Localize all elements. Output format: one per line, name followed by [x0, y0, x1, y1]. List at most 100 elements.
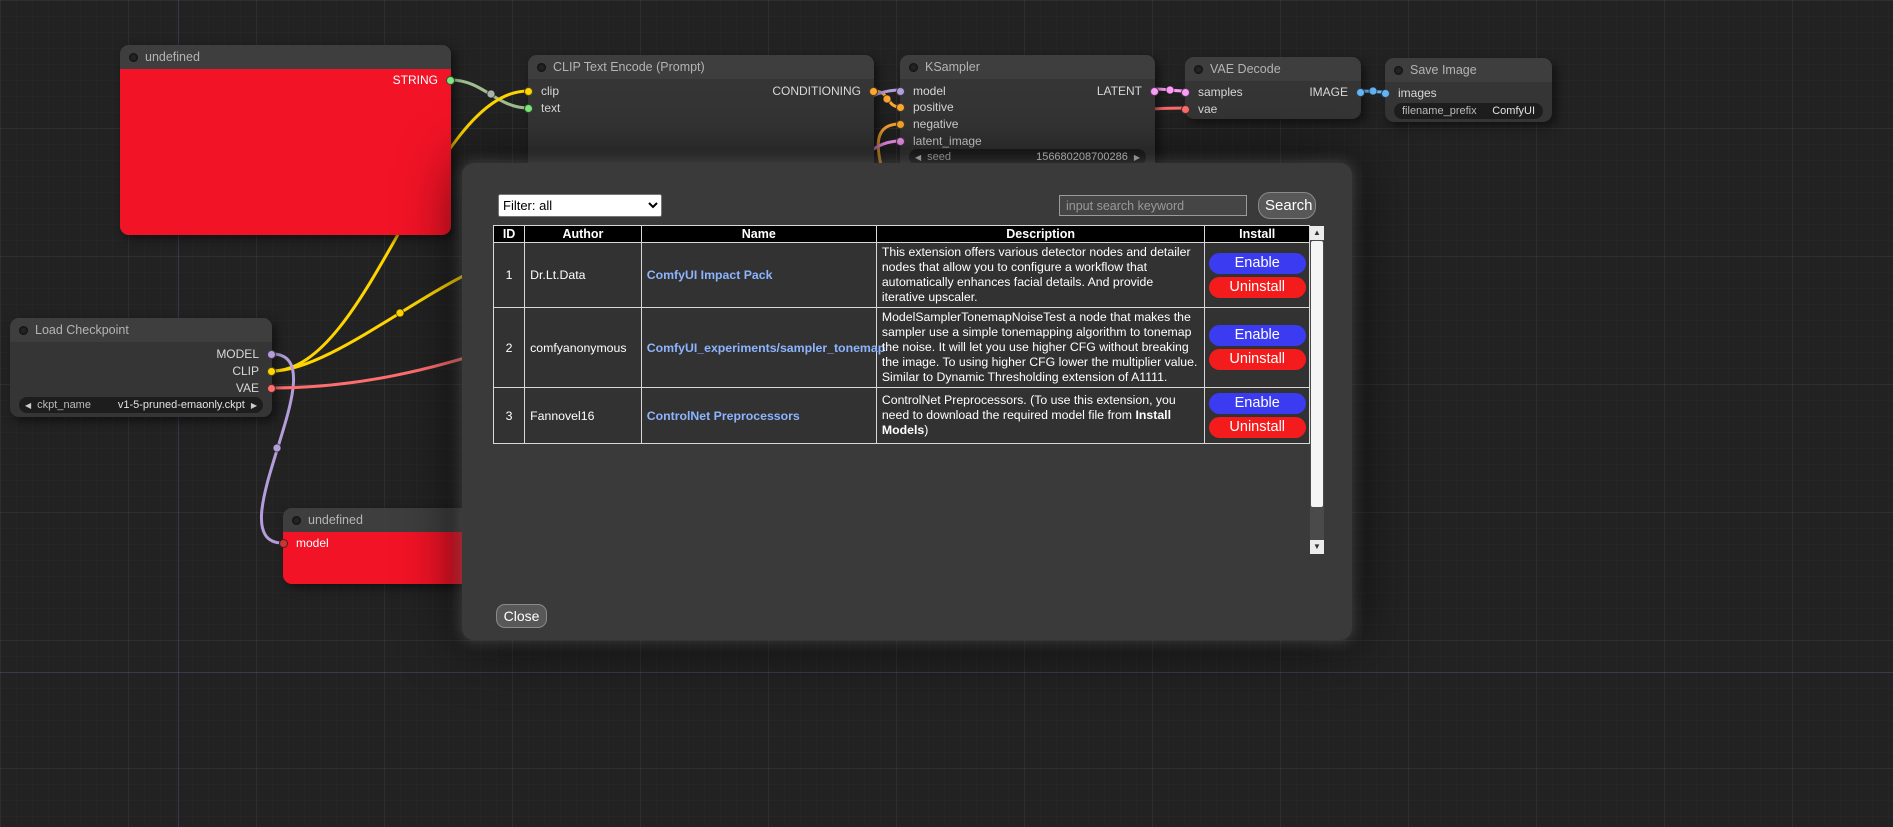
ckpt-name-widget[interactable]: ◀ ckpt_name v1-5-pruned-emaonly.ckpt ▶ [19, 397, 263, 413]
cell-author: comfyanonymous [525, 308, 642, 388]
input-label: vae [1198, 101, 1217, 118]
filter-select[interactable]: Filter: all [498, 194, 662, 217]
output-slot-string[interactable] [446, 76, 455, 85]
node-graph-canvas[interactable]: undefined STRING CLIP Text Encode (Promp… [0, 0, 1893, 827]
widget-value: 156680208700286 [1036, 151, 1128, 163]
table-row: 3 Fannovel16 ControlNet Preprocessors Co… [494, 388, 1310, 444]
widget-increment-icon[interactable]: ▶ [251, 401, 257, 410]
node-collapse-icon[interactable] [1194, 65, 1203, 74]
input-label: samples [1198, 84, 1243, 101]
table-row: 2 comfyanonymous ComfyUI_experiments/sam… [494, 308, 1310, 388]
node-titlebar[interactable]: KSampler [900, 55, 1155, 79]
extension-link[interactable]: ControlNet Preprocessors [647, 409, 800, 423]
enable-button[interactable]: Enable [1209, 325, 1306, 346]
widget-label: ckpt_name [37, 399, 91, 411]
wire-dot [273, 444, 281, 452]
widget-decrement-icon[interactable]: ◀ [915, 153, 921, 162]
node-title: Load Checkpoint [35, 323, 129, 337]
search-input[interactable] [1059, 195, 1247, 216]
node-vae-decode[interactable]: VAE Decode samples IMAGE vae [1185, 57, 1361, 119]
cell-description: This extension offers various detector n… [876, 243, 1205, 308]
node-collapse-icon[interactable] [537, 63, 546, 72]
output-slot-conditioning[interactable] [869, 87, 878, 96]
input-slot-negative[interactable] [896, 120, 905, 129]
node-titlebar[interactable]: CLIP Text Encode (Prompt) [528, 55, 874, 79]
node-load-checkpoint[interactable]: Load Checkpoint MODEL CLIP VAE ◀ ckpt_na… [10, 318, 272, 417]
input-slot-model[interactable] [279, 539, 288, 548]
scroll-down-icon[interactable]: ▼ [1310, 540, 1324, 554]
cell-install: Enable Uninstall [1205, 243, 1310, 308]
node-save-image[interactable]: Save Image images filename_prefix ComfyU… [1385, 58, 1552, 122]
table-scrollbar[interactable]: ▲ ▼ [1310, 226, 1324, 554]
input-slot-samples[interactable] [1181, 88, 1190, 97]
node-collapse-icon[interactable] [19, 326, 28, 335]
node-titlebar[interactable]: undefined [120, 45, 451, 69]
node-titlebar[interactable]: undefined [283, 508, 483, 532]
cell-description: ControlNet Preprocessors. (To use this e… [876, 388, 1205, 444]
input-slot-clip[interactable] [524, 87, 533, 96]
input-slot-text[interactable] [524, 104, 533, 113]
close-button[interactable]: Close [496, 604, 547, 628]
node-body: images filename_prefix ComfyUI [1385, 82, 1552, 122]
node-collapse-icon[interactable] [292, 516, 301, 525]
node-undefined-top[interactable]: undefined STRING [120, 45, 451, 235]
widget-value: ComfyUI [1492, 105, 1535, 117]
extension-link[interactable]: ComfyUI_experiments/sampler_tonemap [647, 341, 886, 355]
node-undefined-bottom[interactable]: undefined model [283, 508, 483, 584]
node-titlebar[interactable]: Load Checkpoint [10, 318, 272, 342]
input-slot-images[interactable] [1381, 89, 1390, 98]
node-title: VAE Decode [1210, 62, 1281, 76]
node-titlebar[interactable]: VAE Decode [1185, 57, 1361, 81]
node-body: model [283, 532, 483, 584]
node-collapse-icon[interactable] [1394, 66, 1403, 75]
enable-button[interactable]: Enable [1209, 253, 1306, 274]
input-slot-vae[interactable] [1181, 105, 1190, 114]
widget-increment-icon[interactable]: ▶ [1134, 153, 1140, 162]
input-slot-positive[interactable] [896, 103, 905, 112]
filename-prefix-widget[interactable]: filename_prefix ComfyUI [1394, 103, 1543, 119]
output-slot-model[interactable] [267, 350, 276, 359]
input-slot-latent-image[interactable] [896, 137, 905, 146]
uninstall-button[interactable]: Uninstall [1209, 277, 1306, 298]
enable-button[interactable]: Enable [1209, 393, 1306, 414]
node-title: CLIP Text Encode (Prompt) [553, 60, 705, 74]
cell-description: ModelSamplerTonemapNoiseTest a node that… [876, 308, 1205, 388]
output-slot-vae[interactable] [267, 384, 276, 393]
output-label: MODEL [216, 346, 259, 363]
node-titlebar[interactable]: Save Image [1385, 58, 1552, 82]
search-button[interactable]: Search [1258, 192, 1316, 219]
input-label: text [541, 100, 560, 117]
widget-decrement-icon[interactable]: ◀ [25, 401, 31, 410]
cell-author: Dr.Lt.Data [525, 243, 642, 308]
wire-dot [1369, 87, 1377, 95]
output-slot-latent[interactable] [1150, 87, 1159, 96]
table-row: 1 Dr.Lt.Data ComfyUI Impact Pack This ex… [494, 243, 1310, 308]
output-label: IMAGE [1309, 84, 1348, 101]
input-label: model [296, 535, 329, 552]
cell-name: ComfyUI Impact Pack [641, 243, 876, 308]
header-id: ID [494, 226, 525, 243]
input-label: positive [913, 99, 954, 116]
scrollbar-thumb[interactable] [1311, 241, 1323, 507]
cell-id: 2 [494, 308, 525, 388]
node-collapse-icon[interactable] [129, 53, 138, 62]
output-label: STRING [393, 72, 438, 89]
output-slot-image[interactable] [1356, 88, 1365, 97]
cell-install: Enable Uninstall [1205, 388, 1310, 444]
wire-dot [396, 309, 404, 317]
uninstall-button[interactable]: Uninstall [1209, 417, 1306, 438]
input-slot-model[interactable] [896, 87, 905, 96]
input-label: images [1398, 85, 1437, 102]
header-install: Install [1205, 226, 1310, 243]
output-slot-clip[interactable] [267, 367, 276, 376]
scroll-up-icon[interactable]: ▲ [1310, 226, 1324, 240]
input-label: latent_image [913, 133, 982, 150]
input-label: model [913, 83, 946, 100]
extension-link[interactable]: ComfyUI Impact Pack [647, 268, 773, 282]
custom-nodes-manager-dialog: Filter: all Search ID Author Name Descri… [462, 163, 1352, 640]
table-header-row: ID Author Name Description Install [494, 226, 1310, 243]
input-label: negative [913, 116, 958, 133]
wire-dot [883, 95, 891, 103]
uninstall-button[interactable]: Uninstall [1209, 349, 1306, 370]
node-collapse-icon[interactable] [909, 63, 918, 72]
